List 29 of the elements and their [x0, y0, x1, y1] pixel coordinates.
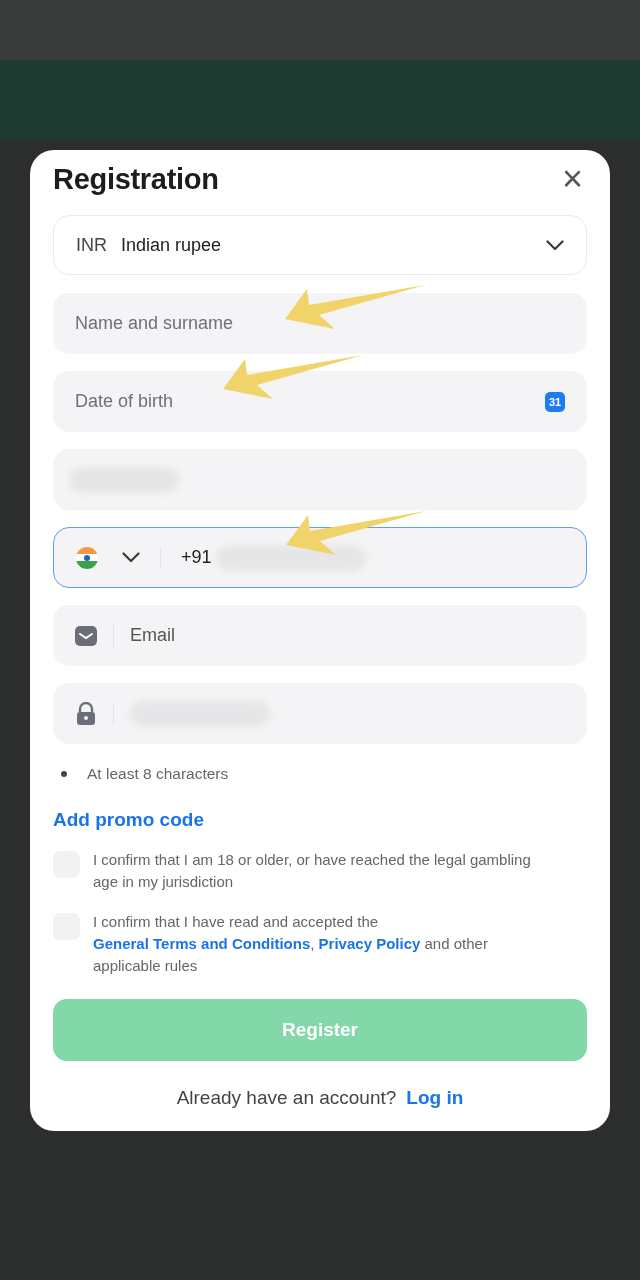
close-button[interactable]: ×: [557, 162, 587, 196]
terms-link[interactable]: Privacy Policy: [318, 935, 421, 952]
account-prompt: Already have an account?: [176, 1087, 397, 1109]
password-hint: At least 8 characters: [87, 765, 229, 783]
phone-code: +91: [181, 547, 212, 568]
dialog-title: Registration: [53, 162, 219, 196]
envelope-icon: [75, 625, 97, 646]
placeholder-text: Email: [130, 625, 176, 646]
phone-field[interactable]: +91: [53, 527, 587, 588]
currency-code: INR: [76, 234, 107, 256]
email-field[interactable]: Email: [53, 605, 587, 666]
password-field[interactable]: [53, 683, 587, 744]
chevron-down-icon: [546, 239, 564, 251]
bullet-icon: [61, 771, 67, 777]
placeholder-text: Date of birth: [75, 391, 175, 412]
currency-select[interactable]: INR Indian rupee: [53, 215, 587, 275]
chevron-down-icon: [122, 552, 140, 563]
consent-text: I confirm that I am 18 or older, or have reached the legal gambling age in my jurisdiction: [93, 850, 532, 892]
redacted-field[interactable]: [53, 449, 587, 510]
lock-icon: [75, 701, 97, 726]
calendar-icon[interactable]: 31: [545, 391, 565, 412]
login-link[interactable]: Log in: [406, 1087, 464, 1109]
consent-text: I confirm that I have read and accepted the General Terms and Conditions, Privacy Policy and other applicable rules: [93, 912, 489, 976]
promo-code-link[interactable]: Add promo code: [53, 809, 204, 831]
placeholder-text: Name and surname: [75, 313, 235, 334]
currency-name: Indian rupee: [121, 234, 223, 256]
text-field[interactable]: Name and surname: [53, 293, 587, 354]
date-field[interactable]: Date of birth 31: [53, 371, 587, 432]
india-flag-icon: [76, 546, 98, 569]
